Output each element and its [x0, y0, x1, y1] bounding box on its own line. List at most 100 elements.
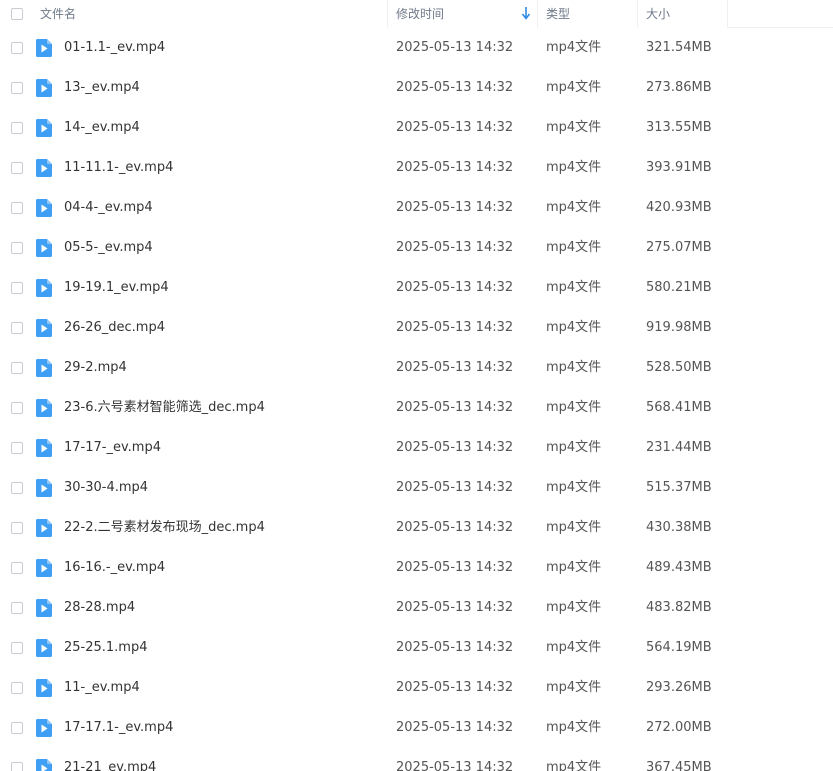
file-modified: 2025-05-13 14:32: [396, 320, 514, 335]
file-name[interactable]: 05-5-_ev.mp4: [64, 228, 153, 268]
row-checkbox[interactable]: [11, 242, 23, 254]
column-header-size[interactable]: 大小: [638, 0, 728, 28]
table-row[interactable]: 22-2.二号素材发布现场_dec.mp4 2025-05-13 14:32 mp4…: [0, 508, 833, 548]
select-all-checkbox[interactable]: [11, 8, 23, 20]
row-checkbox[interactable]: [11, 442, 23, 454]
table-row[interactable]: 01-1.1-_ev.mp4 2025-05-13 14:32 mp4文件 321.5…: [0, 28, 833, 68]
file-size: 272.00MB: [646, 720, 712, 735]
column-header-modified-label: 修改时间: [396, 7, 445, 21]
table-row[interactable]: 17-17.1-_ev.mp4 2025-05-13 14:32 mp4文件 272.…: [0, 708, 833, 748]
row-checkbox[interactable]: [11, 602, 23, 614]
table-row[interactable]: 11-11.1-_ev.mp4 2025-05-13 14:32 mp4文件 393.…: [0, 148, 833, 188]
table-row[interactable]: 13-_ev.mp4 2025-05-13 14:32 mp4文件 273.86MB: [0, 68, 833, 108]
table-row[interactable]: 04-4-_ev.mp4 2025-05-13 14:32 mp4文件 420.93M…: [0, 188, 833, 228]
video-file-icon: [36, 119, 52, 137]
video-file-icon: [36, 399, 52, 417]
file-type: mp4文件: [546, 160, 602, 175]
video-file-icon: [36, 359, 52, 377]
file-name[interactable]: 11-11.1-_ev.mp4: [64, 148, 173, 188]
row-checkbox[interactable]: [11, 122, 23, 134]
sort-descending-icon[interactable]: [521, 6, 531, 20]
table-row[interactable]: 05-5-_ev.mp4 2025-05-13 14:32 mp4文件 275.07M…: [0, 228, 833, 268]
file-size: 293.26MB: [646, 680, 712, 695]
table-row[interactable]: 26-26_dec.mp4 2025-05-13 14:32 mp4文件 919.98…: [0, 308, 833, 348]
table-row[interactable]: 11-_ev.mp4 2025-05-13 14:32 mp4文件 293.26MB: [0, 668, 833, 708]
file-modified: 2025-05-13 14:32: [396, 400, 514, 415]
video-file-icon: [36, 159, 52, 177]
file-name[interactable]: 30-30-4.mp4: [64, 468, 148, 508]
column-header-modified[interactable]: 修改时间: [388, 0, 538, 28]
file-name[interactable]: 04-4-_ev.mp4: [64, 188, 153, 228]
file-name[interactable]: 17-17.1-_ev.mp4: [64, 708, 173, 748]
file-name[interactable]: 26-26_dec.mp4: [64, 308, 165, 348]
file-size: 528.50MB: [646, 360, 712, 375]
file-modified: 2025-05-13 14:32: [396, 240, 514, 255]
file-name[interactable]: 22-2.二号素材发布现场_dec.mp4: [64, 508, 265, 548]
file-modified: 2025-05-13 14:32: [396, 720, 514, 735]
file-name[interactable]: 23-6.六号素材智能筛选_dec.mp4: [64, 388, 265, 428]
row-checkbox[interactable]: [11, 282, 23, 294]
table-row[interactable]: 21-21_ev.mp4 2025-05-13 14:32 mp4文件 367.45M…: [0, 748, 833, 771]
file-name[interactable]: 11-_ev.mp4: [64, 668, 140, 708]
row-checkbox[interactable]: [11, 322, 23, 334]
file-modified: 2025-05-13 14:32: [396, 40, 514, 55]
file-type: mp4文件: [546, 440, 602, 455]
table-row[interactable]: 14-_ev.mp4 2025-05-13 14:32 mp4文件 313.55MB: [0, 108, 833, 148]
row-checkbox[interactable]: [11, 402, 23, 414]
file-size: 321.54MB: [646, 40, 712, 55]
table-row[interactable]: 29-2.mp4 2025-05-13 14:32 mp4文件 528.50MB: [0, 348, 833, 388]
row-checkbox[interactable]: [11, 82, 23, 94]
file-name[interactable]: 16-16.-_ev.mp4: [64, 548, 165, 588]
file-name[interactable]: 25-25.1.mp4: [64, 628, 148, 668]
file-size: 515.37MB: [646, 480, 712, 495]
table-row[interactable]: 23-6.六号素材智能筛选_dec.mp4 2025-05-13 14:32 mp4…: [0, 388, 833, 428]
file-modified: 2025-05-13 14:32: [396, 600, 514, 615]
column-header-spacer: [728, 0, 833, 28]
file-size: 564.19MB: [646, 640, 712, 655]
video-file-icon: [36, 599, 52, 617]
row-checkbox[interactable]: [11, 42, 23, 54]
row-checkbox[interactable]: [11, 162, 23, 174]
file-size: 489.43MB: [646, 560, 712, 575]
column-header-name[interactable]: 文件名: [0, 0, 388, 28]
video-file-icon: [36, 319, 52, 337]
video-file-icon: [36, 279, 52, 297]
file-name[interactable]: 28-28.mp4: [64, 588, 135, 628]
file-size: 393.91MB: [646, 160, 712, 175]
file-name[interactable]: 21-21_ev.mp4: [64, 748, 156, 771]
file-name[interactable]: 19-19.1_ev.mp4: [64, 268, 169, 308]
table-row[interactable]: 19-19.1_ev.mp4 2025-05-13 14:32 mp4文件 580.2…: [0, 268, 833, 308]
table-row[interactable]: 25-25.1.mp4 2025-05-13 14:32 mp4文件 564.19MB: [0, 628, 833, 668]
file-modified: 2025-05-13 14:32: [396, 640, 514, 655]
table-row[interactable]: 17-17-_ev.mp4 2025-05-13 14:32 mp4文件 231.44…: [0, 428, 833, 468]
file-rows: 01-1.1-_ev.mp4 2025-05-13 14:32 mp4文件 321.5…: [0, 28, 833, 771]
table-row[interactable]: 30-30-4.mp4 2025-05-13 14:32 mp4文件 515.37MB: [0, 468, 833, 508]
table-header: 文件名 修改时间 类型 大小: [0, 0, 833, 28]
row-checkbox[interactable]: [11, 522, 23, 534]
file-modified: 2025-05-13 14:32: [396, 480, 514, 495]
row-checkbox[interactable]: [11, 682, 23, 694]
file-name[interactable]: 17-17-_ev.mp4: [64, 428, 161, 468]
column-header-type[interactable]: 类型: [538, 0, 638, 28]
row-checkbox[interactable]: [11, 762, 23, 771]
file-name[interactable]: 13-_ev.mp4: [64, 68, 140, 108]
file-name[interactable]: 01-1.1-_ev.mp4: [64, 28, 165, 68]
file-name[interactable]: 14-_ev.mp4: [64, 108, 140, 148]
video-file-icon: [36, 39, 52, 57]
video-file-icon: [36, 199, 52, 217]
file-modified: 2025-05-13 14:32: [396, 560, 514, 575]
row-checkbox[interactable]: [11, 642, 23, 654]
video-file-icon: [36, 759, 52, 771]
row-checkbox[interactable]: [11, 362, 23, 374]
file-name[interactable]: 29-2.mp4: [64, 348, 127, 388]
row-checkbox[interactable]: [11, 722, 23, 734]
file-type: mp4文件: [546, 480, 602, 495]
video-file-icon: [36, 559, 52, 577]
row-checkbox[interactable]: [11, 562, 23, 574]
row-checkbox[interactable]: [11, 482, 23, 494]
table-row[interactable]: 16-16.-_ev.mp4 2025-05-13 14:32 mp4文件 489.4…: [0, 548, 833, 588]
file-list-view: 文件名 修改时间 类型 大小 01-1.1-_ev.mp4 2025-05-13 …: [0, 0, 833, 771]
table-row[interactable]: 28-28.mp4 2025-05-13 14:32 mp4文件 483.82MB: [0, 588, 833, 628]
row-checkbox[interactable]: [11, 202, 23, 214]
file-type: mp4文件: [546, 520, 602, 535]
